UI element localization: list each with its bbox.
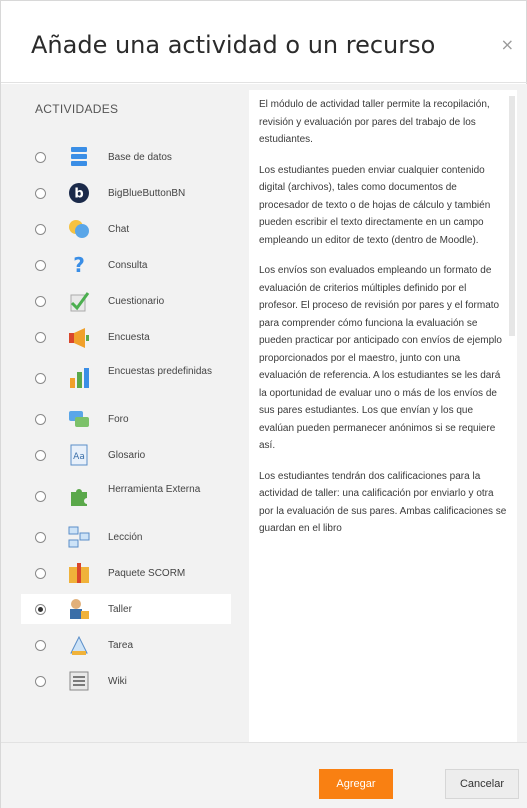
list-item-cuestionario[interactable]: Cuestionario bbox=[21, 286, 231, 316]
radio-button[interactable] bbox=[35, 676, 46, 687]
wiki-icon bbox=[69, 671, 89, 691]
list-item-paquete-scorm[interactable]: Paquete SCORM bbox=[21, 558, 231, 588]
glossary-icon: Aa bbox=[70, 444, 88, 466]
list-item-label: Herramienta Externa bbox=[108, 484, 201, 495]
activity-description: El módulo de actividad taller permite la… bbox=[259, 96, 507, 551]
radio-button[interactable] bbox=[35, 450, 46, 461]
add-activity-dialog: Añade una actividad o un recurso × ACTIV… bbox=[0, 0, 527, 808]
list-item-label: Consulta bbox=[108, 260, 148, 271]
dialog-header: Añade una actividad o un recurso × bbox=[1, 1, 527, 83]
checkmark-quiz-icon bbox=[70, 292, 90, 312]
radio-button[interactable] bbox=[35, 224, 46, 235]
list-item-label: Encuestas predefinidas bbox=[108, 366, 212, 377]
list-item-base-de-datos[interactable]: Base de datos bbox=[21, 142, 231, 172]
radio-button[interactable] bbox=[35, 532, 46, 543]
list-item-bigbluebutton[interactable]: b BigBlueButtonBN bbox=[21, 178, 231, 208]
list-item-label: Lección bbox=[108, 532, 143, 543]
description-paragraph: El módulo de actividad taller permite la… bbox=[259, 99, 490, 145]
list-item-label: Taller bbox=[108, 604, 132, 615]
radio-button[interactable] bbox=[35, 152, 46, 163]
list-item-taller[interactable]: Taller bbox=[21, 594, 231, 624]
dialog-footer: Agregar Cancelar bbox=[1, 742, 527, 808]
question-icon: ? bbox=[73, 253, 85, 277]
puzzle-icon bbox=[71, 489, 87, 506]
database-icon bbox=[71, 147, 87, 166]
radio-button[interactable] bbox=[35, 188, 46, 199]
close-icon[interactable]: × bbox=[501, 35, 514, 54]
list-item-label: Wiki bbox=[108, 676, 127, 687]
list-item-label: Tarea bbox=[108, 640, 134, 651]
radio-button[interactable] bbox=[35, 414, 46, 425]
list-item-glosario[interactable]: Aa Glosario bbox=[21, 440, 231, 470]
list-item-foro[interactable]: Foro bbox=[21, 404, 231, 434]
bigbluebutton-icon: b bbox=[69, 183, 89, 203]
list-item-chat[interactable]: Chat bbox=[21, 214, 231, 244]
svg-text:?: ? bbox=[73, 253, 85, 277]
dialog-body: ACTIVIDADES Base de datos b BigBlueButto… bbox=[1, 84, 527, 761]
description-paragraph: Los envíos son evaluados empleando un fo… bbox=[259, 265, 502, 451]
radio-button[interactable] bbox=[35, 491, 46, 502]
list-item-label: Chat bbox=[108, 224, 130, 235]
radio-button[interactable] bbox=[35, 640, 46, 651]
radio-button-selected[interactable] bbox=[35, 604, 46, 615]
list-item-label: Cuestionario bbox=[108, 296, 165, 307]
list-item-herramienta-externa[interactable]: Herramienta Externa bbox=[21, 476, 231, 516]
description-paragraph: Los estudiantes tendrán dos calificacion… bbox=[259, 470, 507, 535]
svg-text:b: b bbox=[74, 187, 83, 202]
forum-icon bbox=[69, 411, 89, 427]
radio-button[interactable] bbox=[35, 296, 46, 307]
activity-description-panel: El módulo de actividad taller permite la… bbox=[249, 90, 517, 742]
workshop-icon bbox=[70, 599, 89, 619]
bar-chart-icon bbox=[70, 368, 89, 388]
lesson-icon bbox=[68, 526, 90, 548]
assignment-icon bbox=[70, 635, 88, 655]
radio-button[interactable] bbox=[35, 373, 46, 384]
list-item-label: Paquete SCORM bbox=[108, 568, 186, 579]
list-item-wiki[interactable]: Wiki bbox=[21, 666, 231, 696]
add-button[interactable]: Agregar bbox=[319, 769, 393, 799]
list-item-tarea[interactable]: Tarea bbox=[21, 630, 231, 660]
radio-button[interactable] bbox=[35, 568, 46, 579]
list-item-label: Foro bbox=[108, 414, 129, 425]
list-item-label: BigBlueButtonBN bbox=[108, 188, 186, 199]
section-heading-activities: ACTIVIDADES bbox=[35, 102, 119, 116]
radio-button[interactable] bbox=[35, 260, 46, 271]
description-scrollbar[interactable] bbox=[509, 96, 515, 336]
list-item-encuesta[interactable]: Encuesta bbox=[21, 322, 231, 352]
chat-icon bbox=[69, 220, 89, 238]
list-item-label: Glosario bbox=[108, 450, 146, 461]
megaphone-icon bbox=[69, 328, 89, 348]
list-item-leccion[interactable]: Lección bbox=[21, 522, 231, 552]
list-item-consulta[interactable]: ? Consulta bbox=[21, 250, 231, 280]
list-item-encuestas-predefinidas[interactable]: Encuestas predefinidas bbox=[21, 358, 231, 398]
list-item-label: Encuesta bbox=[108, 332, 150, 343]
activity-list-panel: ACTIVIDADES Base de datos b BigBlueButto… bbox=[21, 84, 246, 742]
cancel-button[interactable]: Cancelar bbox=[445, 769, 519, 799]
description-paragraph: Los estudiantes pueden enviar cualquier … bbox=[259, 164, 491, 246]
package-icon bbox=[69, 563, 89, 583]
svg-text:Aa: Aa bbox=[73, 452, 85, 462]
radio-button[interactable] bbox=[35, 332, 46, 343]
list-item-label: Base de datos bbox=[108, 152, 172, 163]
dialog-title: Añade una actividad o un recurso bbox=[31, 31, 436, 59]
